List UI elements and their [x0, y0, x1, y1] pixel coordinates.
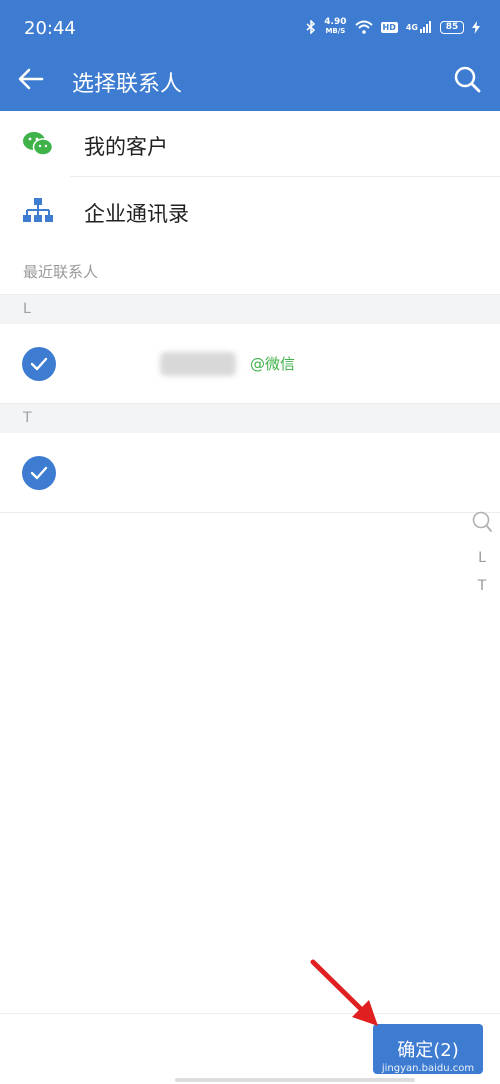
signal-label: 4G — [405, 22, 418, 32]
network-speed-value: 4.90 — [324, 17, 347, 27]
confirm-button[interactable]: 确定(2) — [373, 1024, 483, 1074]
org-chart-icon — [22, 196, 54, 226]
status-icons: 4.90 MB/S HD 4G 85 — [306, 18, 480, 36]
menu-item-label: 企业通讯录 — [84, 202, 189, 226]
menu-item-my-customers[interactable]: 我的客户 — [0, 111, 500, 177]
contact-row[interactable] — [0, 433, 500, 513]
checkbox-checked[interactable] — [22, 456, 56, 490]
contact-row[interactable]: @微信 — [0, 324, 500, 404]
network-speed: 4.90 MB/S — [324, 18, 346, 36]
confirm-button-label: 确定(2) — [397, 1040, 459, 1061]
checkbox-checked[interactable] — [22, 347, 56, 381]
status-time: 20:44 — [24, 18, 76, 39]
status-bar: 20:44 4.90 MB/S HD 4G 85 — [0, 0, 500, 56]
checkmark-icon — [30, 357, 48, 371]
index-letter-t[interactable]: T — [478, 578, 487, 594]
wifi-icon — [354, 20, 373, 34]
section-header-l: L — [0, 294, 500, 325]
section-letter: T — [23, 410, 32, 426]
gesture-bar — [175, 1078, 415, 1082]
search-button[interactable] — [450, 62, 484, 96]
bluetooth-icon — [306, 20, 316, 34]
signal-icon: 4G — [406, 21, 432, 33]
index-letter-l[interactable]: L — [478, 550, 486, 566]
arrow-left-icon — [18, 68, 44, 90]
recent-contacts-label: 最近联系人 — [23, 263, 99, 281]
back-button[interactable] — [14, 62, 48, 96]
menu-item-enterprise-directory[interactable]: 企业通讯录 — [0, 178, 500, 244]
network-speed-unit: MB/S — [325, 27, 346, 35]
bottom-bar: 确定(2) — [0, 1013, 500, 1084]
section-header-t: T — [0, 403, 500, 434]
divider — [70, 176, 500, 177]
hd-badge: HD — [380, 21, 398, 33]
top-bar: 20:44 4.90 MB/S HD 4G 85 选择联系人 — [0, 0, 500, 111]
alphabet-index[interactable]: L T — [470, 510, 494, 594]
header: 选择联系人 — [0, 56, 500, 111]
wechat-icon — [22, 129, 54, 159]
contact-name-redacted — [160, 352, 236, 376]
select-contacts-screen: 20:44 4.90 MB/S HD 4G 85 选择联系人 我的客户 企业通讯… — [0, 0, 500, 1084]
page-title: 选择联系人 — [72, 72, 183, 97]
contact-source-tag: @微信 — [250, 355, 296, 373]
checkmark-icon — [30, 466, 48, 480]
divider — [0, 512, 500, 513]
menu-item-label: 我的客户 — [84, 135, 168, 159]
battery-indicator: 85 — [440, 20, 464, 34]
section-letter: L — [23, 301, 31, 317]
charging-icon — [472, 20, 480, 34]
index-search-icon[interactable] — [472, 510, 492, 538]
search-icon — [454, 66, 481, 93]
